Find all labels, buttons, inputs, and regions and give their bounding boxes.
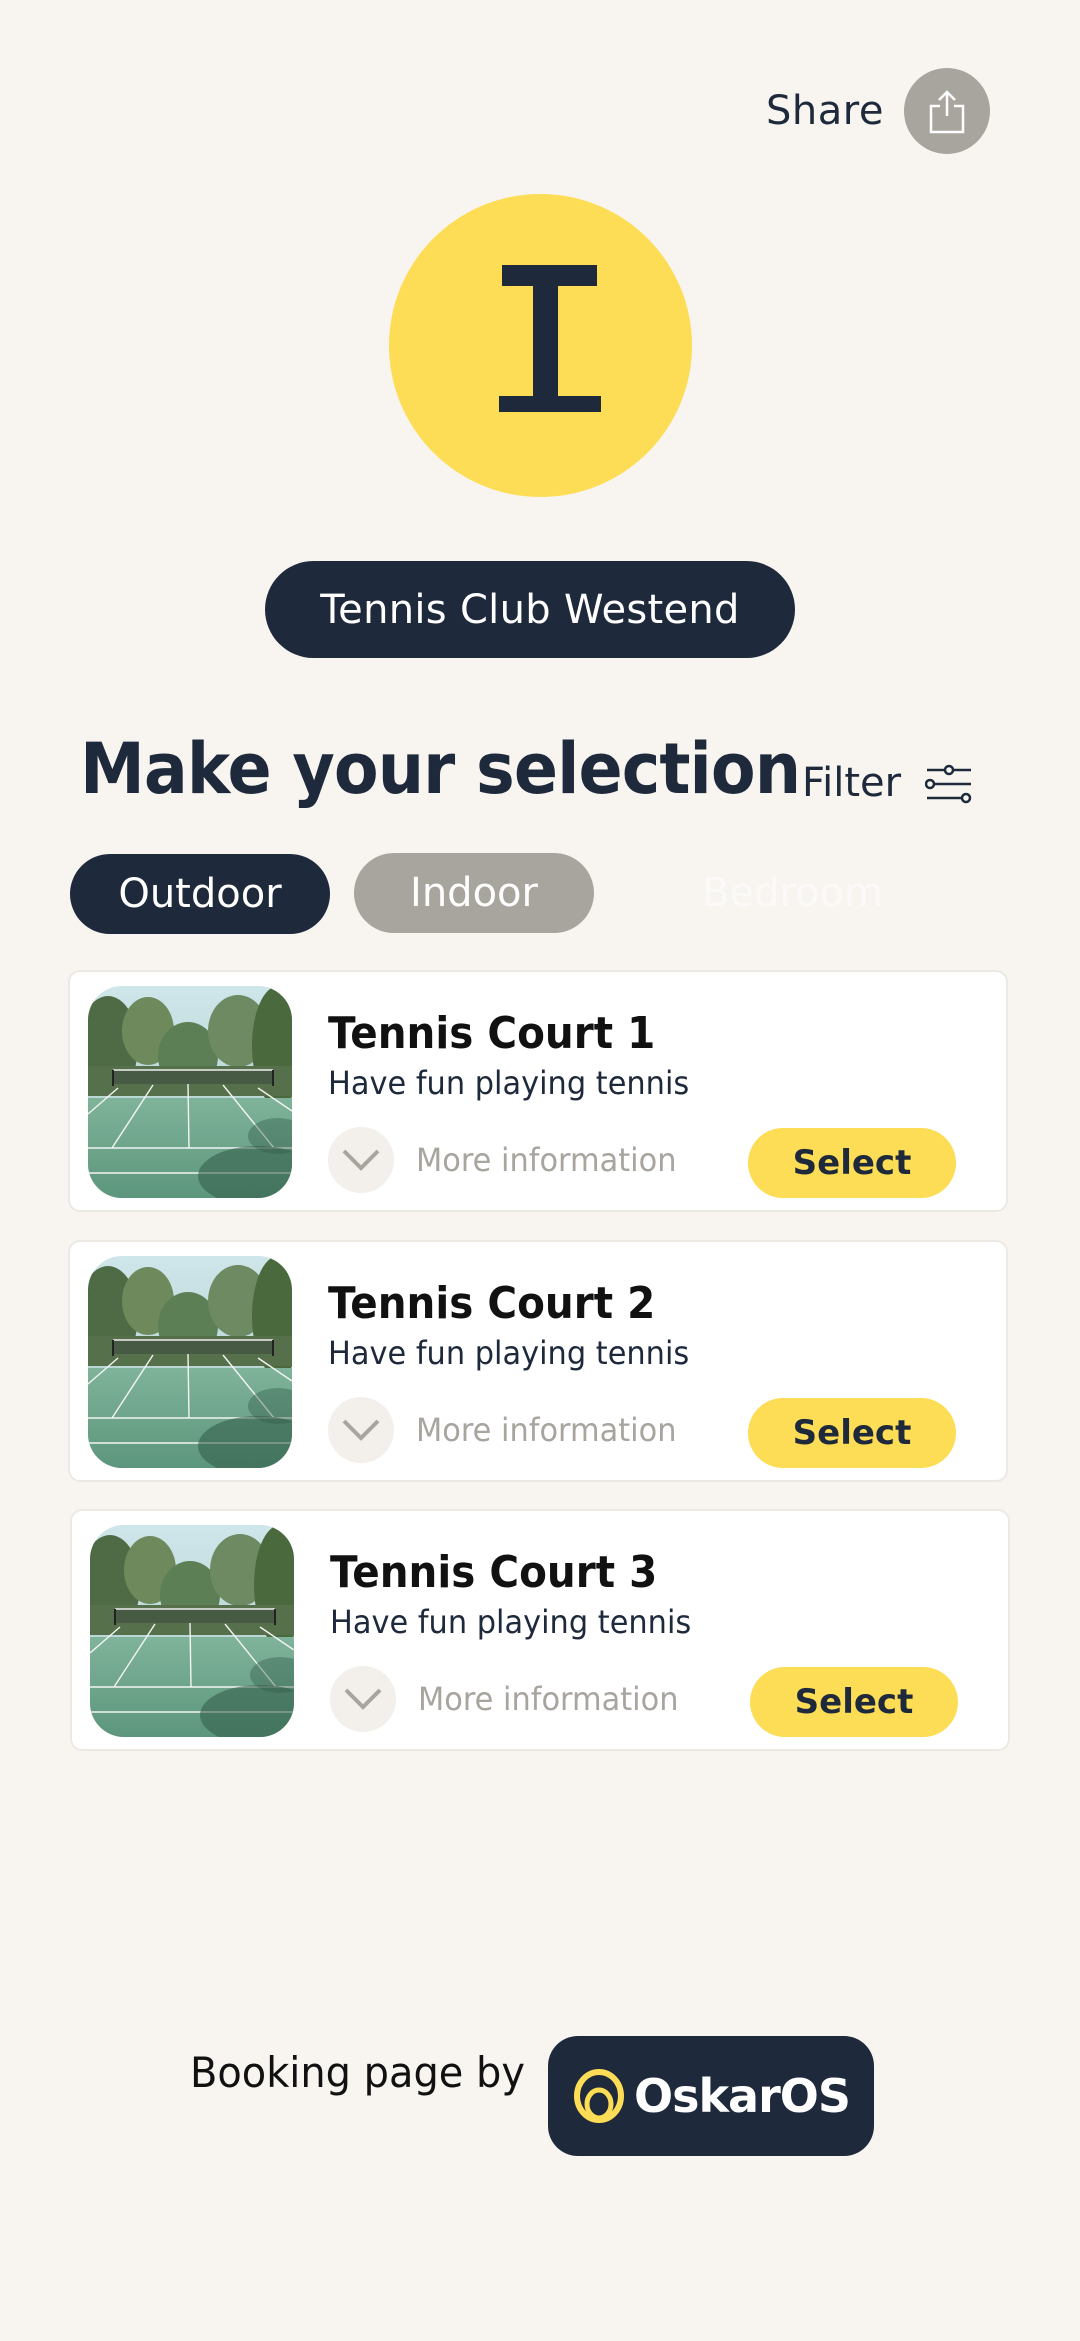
share-label[interactable]: Share — [766, 88, 884, 134]
expand-button[interactable] — [328, 1127, 394, 1193]
court-card: Tennis Court 3 Have fun playing tennis M… — [70, 1509, 1010, 1751]
court-title: Tennis Court 3 — [330, 1547, 658, 1598]
tab-outdoor[interactable]: Outdoor — [70, 854, 330, 934]
chevron-down-icon — [342, 1149, 380, 1171]
logo-letter-t-stem — [533, 286, 558, 397]
court-card: Tennis Court 1 Have fun playing tennis M… — [68, 970, 1008, 1212]
brand-name: OskarOS — [633, 2069, 851, 2123]
select-court-button[interactable]: Select — [748, 1128, 956, 1198]
more-information-label[interactable]: More information — [416, 1411, 676, 1449]
share-upload-icon — [929, 90, 965, 134]
tennis-court-photo — [90, 1525, 294, 1737]
tennis-court-photo — [88, 986, 292, 1198]
more-information-toggle[interactable]: More information — [328, 1127, 690, 1193]
footer-label: Booking page by — [190, 2048, 525, 2097]
court-title: Tennis Court 2 — [328, 1278, 656, 1329]
expand-button[interactable] — [330, 1666, 396, 1732]
court-image — [88, 986, 292, 1198]
filter-button[interactable]: Filter — [802, 752, 973, 814]
tab-bedroom[interactable]: Bedroom — [680, 853, 905, 933]
more-information-label[interactable]: More information — [416, 1141, 676, 1179]
tab-outdoor-label: Outdoor — [118, 871, 282, 917]
court-image — [88, 1256, 292, 1468]
court-image — [90, 1525, 294, 1737]
share-control[interactable]: Share — [766, 68, 990, 154]
club-name-pill: Tennis Club Westend — [265, 561, 795, 658]
page-title: Make your selection — [80, 728, 801, 810]
select-court-button[interactable]: Select — [748, 1398, 956, 1468]
logo-letter-t-top — [502, 265, 597, 286]
chevron-down-icon — [342, 1419, 380, 1441]
court-card: Tennis Court 2 Have fun playing tennis M… — [68, 1240, 1008, 1482]
court-subtitle: Have fun playing tennis — [328, 1334, 690, 1372]
share-button[interactable] — [903, 68, 990, 154]
oskaros-logo-icon — [573, 2069, 624, 2123]
court-subtitle: Have fun playing tennis — [328, 1064, 690, 1102]
tennis-court-photo — [88, 1256, 292, 1468]
filter-label[interactable]: Filter — [802, 760, 901, 806]
more-information-toggle[interactable]: More information — [328, 1397, 690, 1463]
tab-indoor[interactable]: Indoor — [354, 853, 594, 933]
tab-bedroom-label: Bedroom — [702, 870, 883, 916]
select-court-button[interactable]: Select — [750, 1667, 958, 1737]
logo-letter-t-base — [499, 396, 601, 412]
sliders-icon — [925, 764, 972, 804]
club-logo — [389, 194, 692, 497]
tab-indoor-label: Indoor — [410, 870, 538, 916]
expand-button[interactable] — [328, 1397, 394, 1463]
more-information-label[interactable]: More information — [418, 1680, 678, 1718]
court-title: Tennis Court 1 — [328, 1008, 656, 1059]
oskaros-brand-link[interactable]: OskarOS — [548, 2036, 874, 2156]
court-subtitle: Have fun playing tennis — [330, 1603, 692, 1641]
more-information-toggle[interactable]: More information — [330, 1666, 692, 1732]
club-name: Tennis Club Westend — [320, 586, 740, 633]
chevron-down-icon — [344, 1688, 382, 1710]
